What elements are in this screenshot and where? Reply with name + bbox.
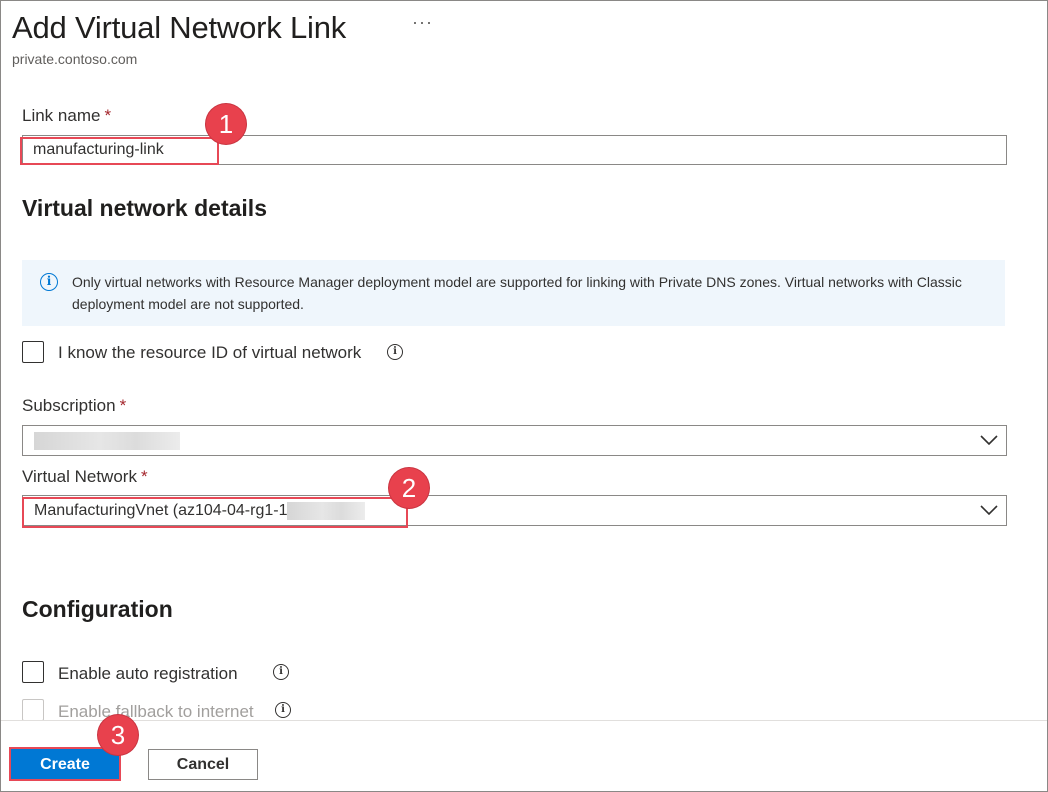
footer-divider bbox=[1, 720, 1047, 721]
create-button[interactable]: Create bbox=[11, 749, 119, 780]
virtual-network-label-text: Virtual Network bbox=[22, 467, 137, 486]
required-marker: * bbox=[119, 396, 127, 415]
fallback-label: Enable fallback to internet bbox=[58, 702, 254, 721]
chevron-down-icon bbox=[980, 504, 998, 515]
virtual-network-value: ManufacturingVnet (az104-04-rg1-1 bbox=[34, 501, 288, 519]
info-icon: i bbox=[40, 273, 58, 291]
required-marker: * bbox=[104, 106, 112, 125]
annotation-badge-1: 1 bbox=[206, 104, 246, 144]
subscription-dropdown[interactable] bbox=[22, 425, 1007, 456]
link-name-label-text: Link name bbox=[22, 106, 101, 125]
virtual-network-value-wrap: ManufacturingVnet (az104-04-rg1-1 bbox=[34, 496, 366, 525]
more-options-icon[interactable]: ··· bbox=[412, 12, 433, 33]
fallback-checkbox bbox=[22, 699, 44, 721]
annotation-badge-2: 2 bbox=[389, 468, 429, 508]
link-name-value: manufacturing-link bbox=[33, 141, 164, 158]
page-title: Add Virtual Network Link bbox=[12, 10, 347, 45]
info-message-box: i Only virtual networks with Resource Ma… bbox=[22, 260, 1005, 326]
page-subtitle: private.contoso.com bbox=[12, 51, 138, 67]
subscription-label-text: Subscription bbox=[22, 396, 116, 415]
configuration-heading: Configuration bbox=[22, 596, 173, 622]
info-message-text: Only virtual networks with Resource Mana… bbox=[72, 274, 962, 312]
annotation-badge-3: 3 bbox=[98, 715, 138, 755]
auto-registration-info-icon[interactable]: i bbox=[273, 664, 289, 680]
resource-id-info-icon[interactable]: i bbox=[387, 344, 403, 360]
virtual-network-dropdown[interactable]: ManufacturingVnet (az104-04-rg1-1 bbox=[22, 495, 1007, 526]
subscription-label: Subscription * bbox=[22, 396, 126, 416]
virtual-network-label: Virtual Network * bbox=[22, 467, 148, 487]
auto-registration-label[interactable]: Enable auto registration bbox=[58, 664, 238, 684]
auto-registration-checkbox[interactable] bbox=[22, 661, 44, 683]
required-marker: * bbox=[140, 467, 148, 486]
link-name-label: Link name * bbox=[22, 106, 111, 126]
fallback-info-icon[interactable]: i bbox=[275, 702, 291, 718]
redacted-subscription bbox=[34, 431, 180, 450]
redacted-vnet-suffix bbox=[287, 501, 366, 520]
virtual-network-details-heading: Virtual network details bbox=[22, 195, 267, 221]
subscription-value bbox=[34, 426, 180, 455]
resource-id-checkbox-label[interactable]: I know the resource ID of virtual networ… bbox=[58, 343, 361, 363]
resource-id-checkbox[interactable] bbox=[22, 341, 44, 363]
cancel-button[interactable]: Cancel bbox=[148, 749, 258, 780]
link-name-input[interactable]: manufacturing-link bbox=[22, 135, 1007, 165]
chevron-down-icon bbox=[980, 434, 998, 445]
